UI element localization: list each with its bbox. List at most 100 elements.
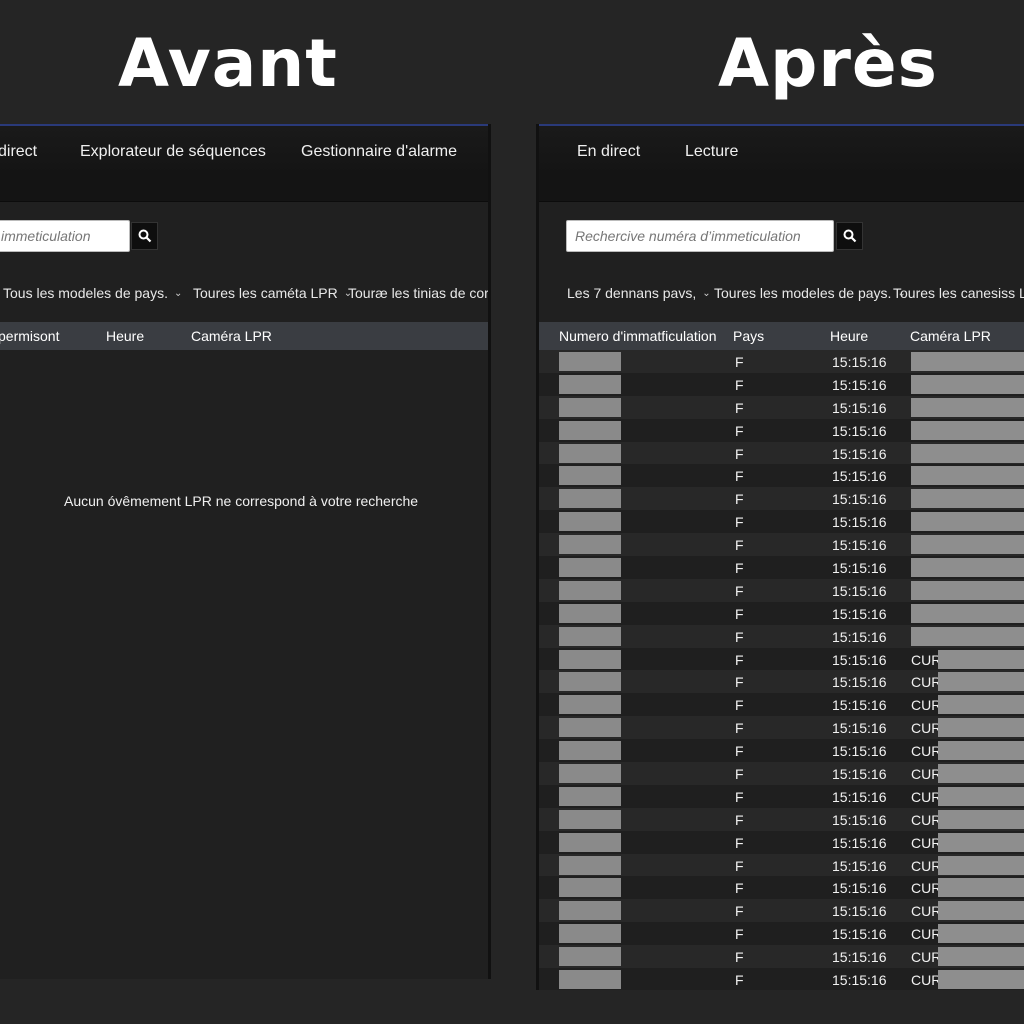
redacted-plate — [559, 489, 621, 509]
column-header-time[interactable]: Heure — [830, 328, 868, 344]
cell-country: F — [735, 674, 744, 691]
table-row[interactable]: F 15:15:16 CUR — [539, 830, 1024, 854]
cell-camera-prefix: CUR — [911, 880, 942, 897]
table-row[interactable]: F 15:15:16 CUR — [539, 716, 1024, 740]
cell-camera-prefix: CUR — [911, 949, 942, 966]
redacted-plate — [559, 558, 621, 578]
cell-time: 15:15:16 — [832, 949, 887, 966]
nav-item-alarm-manager[interactable]: Gestionnaire d'alarme — [301, 143, 457, 161]
column-header-plate[interactable]: permisont — [0, 328, 59, 344]
plate-search-input[interactable] — [566, 220, 834, 252]
table-row[interactable]: F 15:15:16 CUR — [539, 899, 1024, 923]
search-button[interactable] — [836, 222, 863, 250]
redacted-camera — [938, 947, 1024, 967]
table-row[interactable]: F 15:15:16 CUR — [539, 853, 1024, 877]
cell-time: 15:15:16 — [832, 560, 887, 577]
results-table-body: F 15:15:16 F 15:15:16 F 15:15:16 F 15:15:16 F 15:… — [539, 350, 1024, 990]
filter-label: Toures les canesiss LPR — [893, 285, 1024, 301]
filter-date-range[interactable]: Les 7 dennans pavs, ⌄ — [567, 285, 711, 301]
redacted-plate — [559, 970, 621, 990]
cell-time: 15:15:16 — [832, 834, 887, 851]
table-row[interactable]: F 15:15:16 CUR — [539, 922, 1024, 946]
redacted-plate — [559, 649, 621, 669]
cell-time: 15:15:16 — [832, 857, 887, 874]
nav-item-sequence-explorer[interactable]: Explorateur de séquences — [80, 143, 266, 161]
top-nav: En direct Lecture — [539, 124, 1024, 175]
cell-country: F — [735, 903, 744, 920]
table-row[interactable]: F 15:15:16 CUR — [539, 945, 1024, 969]
nav-item-playback[interactable]: Lecture — [685, 143, 738, 161]
cell-camera-prefix: CUR — [911, 697, 942, 714]
search-button[interactable] — [131, 222, 158, 250]
cell-time: 15:15:16 — [832, 399, 887, 416]
redacted-plate — [559, 855, 621, 875]
redacted-plate — [559, 672, 621, 692]
table-row[interactable]: F 15:15:16 — [539, 350, 1024, 373]
filter-country-models[interactable]: Toures les modeles de pays. ⌄ — [714, 285, 906, 301]
cell-camera-prefix: CUR — [911, 766, 942, 783]
table-row[interactable]: F 15:15:16 CUR — [539, 762, 1024, 785]
cell-time: 15:15:16 — [832, 468, 887, 485]
cell-country: F — [735, 972, 744, 989]
cell-country: F — [735, 354, 744, 370]
cell-time: 15:15:16 — [832, 880, 887, 897]
redacted-plate — [559, 512, 621, 532]
table-row[interactable]: F 15:15:16 — [539, 510, 1024, 534]
cell-country: F — [735, 949, 744, 966]
redacted-camera — [938, 764, 1024, 784]
redacted-camera — [938, 924, 1024, 944]
nav-item-direct[interactable]: direct — [0, 143, 37, 161]
table-row[interactable]: F 15:15:16 — [539, 372, 1024, 396]
filter-lpr-cameras[interactable]: Toures les caméta LPR ⌄ — [193, 285, 352, 301]
table-row[interactable]: F 15:15:16 — [539, 418, 1024, 442]
table-row[interactable]: F 15:15:16 — [539, 533, 1024, 557]
table-row[interactable]: F 15:15:16 CUR — [539, 670, 1024, 694]
table-header: Numero d'immatficulation Pays Heure Camé… — [539, 322, 1024, 350]
plate-search-input[interactable] — [0, 220, 130, 252]
redacted-plate — [559, 924, 621, 944]
table-row[interactable]: F 15:15:16 CUR — [539, 739, 1024, 763]
column-header-camera[interactable]: Caméra LPR — [910, 328, 991, 344]
cell-country: F — [735, 399, 744, 416]
column-header-camera[interactable]: Caméra LPR — [191, 328, 272, 344]
table-row[interactable]: F 15:15:16 — [539, 395, 1024, 419]
cell-time: 15:15:16 — [832, 743, 887, 760]
cell-country: F — [735, 628, 744, 645]
filter-label: Toures les caméta LPR — [193, 285, 338, 301]
cell-country: F — [735, 445, 744, 462]
table-row[interactable]: F 15:15:16 CUR — [539, 784, 1024, 808]
redacted-camera — [911, 352, 1024, 371]
cell-time: 15:15:16 — [832, 766, 887, 783]
filter-country-models[interactable]: Tous les modeles de pays. ⌄ — [3, 285, 182, 301]
nav-item-live[interactable]: En direct — [577, 143, 640, 161]
table-row[interactable]: F 15:15:16 — [539, 601, 1024, 625]
table-row[interactable]: F 15:15:16 — [539, 578, 1024, 602]
search-icon — [843, 229, 857, 243]
redacted-camera — [938, 855, 1024, 875]
redacted-plate — [559, 695, 621, 715]
filter-lpr-cameras[interactable]: Toures les canesiss LPR — [893, 285, 1024, 301]
table-row[interactable]: F 15:15:16 CUR — [539, 968, 1024, 990]
column-header-time[interactable]: Heure — [106, 328, 144, 344]
table-row[interactable]: F 15:15:16 CUR — [539, 693, 1024, 717]
table-row[interactable]: F 15:15:16 CUR — [539, 876, 1024, 900]
table-row[interactable]: F 15:15:16 — [539, 487, 1024, 511]
cell-time: 15:15:16 — [832, 697, 887, 714]
cell-time: 15:15:16 — [832, 674, 887, 691]
chevron-down-icon: ⌄ — [702, 288, 711, 299]
table-row[interactable]: F 15:15:16 CUR — [539, 807, 1024, 831]
table-row[interactable]: F 15:15:16 CUR — [539, 647, 1024, 671]
heading-after: Après — [718, 25, 938, 102]
table-row[interactable]: F 15:15:16 — [539, 464, 1024, 488]
cell-country: F — [735, 880, 744, 897]
column-header-country[interactable]: Pays — [733, 328, 764, 344]
table-row[interactable]: F 15:15:16 — [539, 441, 1024, 465]
redacted-camera — [938, 809, 1024, 829]
column-header-plate[interactable]: Numero d'immatficulation — [559, 328, 717, 344]
redacted-camera — [938, 832, 1024, 852]
table-row[interactable]: F 15:15:16 — [539, 556, 1024, 579]
table-row[interactable]: F 15:15:16 — [539, 624, 1024, 648]
panel-before: direct Explorateur de séquences Gestionn… — [0, 124, 491, 979]
cell-country: F — [735, 788, 744, 805]
filter-correspondence[interactable]: Touræ les tinias de corre. — [348, 285, 488, 301]
